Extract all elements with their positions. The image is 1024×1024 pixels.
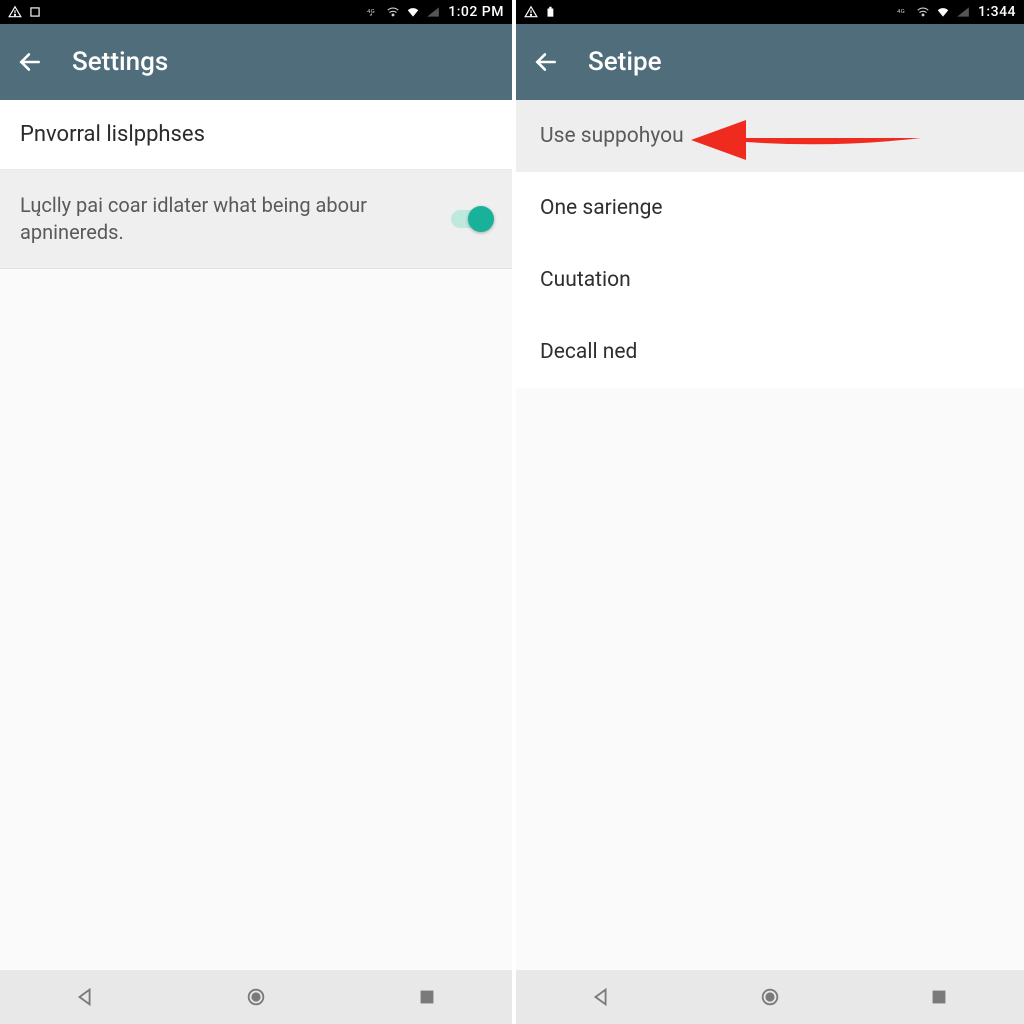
phone-left: 4G 1:02 PM Settings Pnvorral lis [0,0,512,1024]
warning-icon [524,5,538,19]
status-bar: 4G 1:344 [516,0,1024,24]
signal-icon [426,5,440,19]
wifi-icon [406,5,420,19]
nav-back-button[interactable] [70,982,100,1012]
content-area: Use suppohyou One sarienge Cuutation Dec… [516,100,1024,970]
nav-home-button[interactable] [755,982,785,1012]
status-left [524,5,558,19]
page-title: Setipe [588,47,662,77]
square-icon [928,986,950,1008]
back-button[interactable] [16,48,44,76]
navigation-bar [516,970,1024,1024]
signal-icon [956,5,970,19]
triangle-left-icon [74,986,96,1008]
action-bar: Setipe [516,24,1024,100]
nav-recent-button[interactable] [412,982,442,1012]
wifi-icon [936,5,950,19]
arrow-left-icon [17,49,43,75]
square-icon [416,986,438,1008]
status-bar: 4G 1:02 PM [0,0,512,24]
status-right: 4G 1:02 PM [366,4,504,20]
toggle-switch[interactable] [451,210,492,228]
triangle-left-icon [590,986,612,1008]
nav-home-button[interactable] [241,982,271,1012]
network-4g-icon: 4G [896,5,910,19]
nav-recent-button[interactable] [924,982,954,1012]
wifi-outline-icon [386,5,400,19]
action-bar: Settings [0,24,512,100]
square-icon [28,5,42,19]
status-right: 4G 1:344 [896,4,1016,20]
list-item-cuutation[interactable]: Cuutation [516,244,1024,316]
circle-icon [759,986,781,1008]
list-item-use-suppohyou[interactable]: Use suppohyou [516,100,1024,172]
toggle-row[interactable]: Lųclly pai coar idlater what being abour… [0,170,512,269]
battery-icon [544,5,558,19]
network-4g-icon: 4G [366,5,380,19]
section-header: Pnvorral lislpphses [0,100,512,170]
svg-text:4G: 4G [897,9,905,15]
status-time: 1:344 [976,4,1016,20]
dual-screenshot: 4G 1:02 PM Settings Pnvorral lis [0,0,1024,1024]
navigation-bar [0,970,512,1024]
page-title: Settings [72,47,168,77]
status-left [8,5,42,19]
phone-right: 4G 1:344 Setipe Use suppohyou [512,0,1024,1024]
warning-icon [8,5,22,19]
circle-icon [245,986,267,1008]
list-item-one-sarienge[interactable]: One sarienge [516,172,1024,244]
content-area: Pnvorral lislpphses Lųclly pai coar idla… [0,100,512,970]
wifi-outline-icon [916,5,930,19]
arrow-left-icon [533,49,559,75]
status-time: 1:02 PM [446,4,504,20]
toggle-description: Lųclly pai coar idlater what being abour… [20,192,451,246]
back-button[interactable] [532,48,560,76]
list-item-decall-ned[interactable]: Decall ned [516,316,1024,388]
nav-back-button[interactable] [586,982,616,1012]
